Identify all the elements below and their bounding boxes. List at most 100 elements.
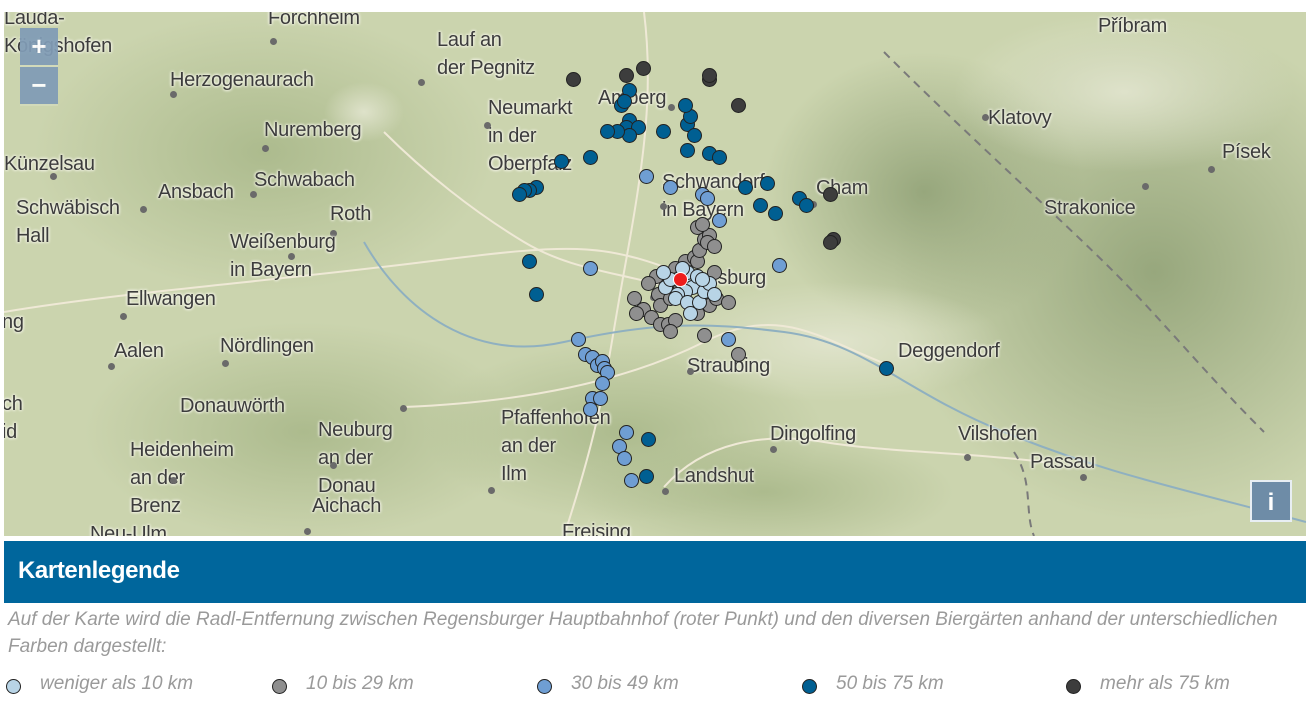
- city-dot: [222, 360, 229, 367]
- beer-garden-marker[interactable]: [663, 324, 679, 340]
- beer-garden-marker[interactable]: [772, 257, 788, 273]
- city-dot: [488, 487, 495, 494]
- legend-label: mehr als 75 km: [1100, 673, 1230, 694]
- city-dot: [250, 191, 257, 198]
- city-dot: [687, 368, 694, 375]
- legend-label: 50 bis 75 km: [836, 673, 944, 694]
- city-dot: [262, 145, 269, 152]
- beer-garden-marker[interactable]: [760, 175, 776, 191]
- city-dot: [660, 203, 667, 210]
- legend-swatch: [802, 679, 817, 694]
- city-dot: [770, 446, 777, 453]
- beer-garden-marker[interactable]: [582, 149, 598, 165]
- legend-swatch: [1066, 679, 1081, 694]
- beer-garden-marker[interactable]: [522, 253, 538, 269]
- city-dot: [982, 114, 989, 121]
- city-dot: [140, 206, 147, 213]
- beer-garden-marker[interactable]: [529, 287, 545, 303]
- city-dot: [964, 454, 971, 461]
- city-dot: [330, 462, 337, 469]
- beer-garden-marker[interactable]: [694, 216, 710, 232]
- legend-label: 30 bis 49 km: [571, 673, 679, 694]
- city-dot: [120, 313, 127, 320]
- beer-garden-marker[interactable]: [663, 179, 679, 195]
- map-view[interactable]: Lauda- KönigshofenForchheimLauf an der P…: [4, 12, 1306, 536]
- beer-garden-marker[interactable]: [641, 276, 657, 292]
- beer-garden-marker[interactable]: [823, 187, 839, 203]
- city-dot: [288, 253, 295, 260]
- beer-garden-marker[interactable]: [731, 98, 747, 114]
- beer-garden-marker[interactable]: [592, 391, 608, 407]
- beer-garden-marker[interactable]: [582, 261, 598, 277]
- beer-garden-marker[interactable]: [738, 179, 754, 195]
- city-dot: [270, 38, 277, 45]
- beer-garden-marker[interactable]: [706, 287, 722, 303]
- beer-garden-marker[interactable]: [599, 124, 615, 140]
- beer-garden-marker[interactable]: [694, 272, 710, 288]
- beer-garden-marker[interactable]: [638, 469, 654, 485]
- beer-garden-marker[interactable]: [629, 305, 645, 321]
- legend-description: Auf der Karte wird die Radl-Entfernung z…: [8, 609, 1278, 657]
- beer-garden-marker[interactable]: [616, 94, 632, 110]
- city-dot: [1080, 474, 1087, 481]
- beer-garden-marker[interactable]: [721, 331, 737, 347]
- beer-garden-marker[interactable]: [879, 361, 895, 377]
- zoom-out-button[interactable]: −: [20, 67, 58, 104]
- city-dot: [662, 488, 669, 495]
- city-dot: [50, 173, 57, 180]
- beer-garden-marker[interactable]: [799, 198, 815, 214]
- beer-garden-marker[interactable]: [721, 294, 737, 310]
- info-button[interactable]: i: [1250, 480, 1292, 522]
- beer-garden-marker[interactable]: [655, 124, 671, 140]
- beer-garden-marker[interactable]: [595, 376, 611, 392]
- beer-garden-marker[interactable]: [711, 149, 727, 165]
- beer-garden-marker[interactable]: [570, 331, 586, 347]
- beer-garden-marker[interactable]: [512, 187, 528, 203]
- city-dot: [170, 477, 177, 484]
- legend-label: weniger als 10 km: [40, 673, 194, 694]
- zoom-in-button[interactable]: +: [20, 28, 58, 65]
- beer-garden-marker[interactable]: [687, 127, 703, 143]
- beer-garden-marker[interactable]: [731, 346, 747, 362]
- beer-garden-marker[interactable]: [636, 60, 652, 76]
- beer-garden-marker[interactable]: [626, 290, 642, 306]
- city-dot: [1142, 183, 1149, 190]
- beer-garden-marker[interactable]: [697, 328, 713, 344]
- beer-garden-marker[interactable]: [638, 168, 654, 184]
- beer-garden-marker[interactable]: [682, 305, 698, 321]
- legend-swatch: [537, 679, 552, 694]
- city-dot: [400, 405, 407, 412]
- city-dot: [668, 104, 675, 111]
- city-dot: [418, 79, 425, 86]
- beer-garden-marker[interactable]: [616, 450, 632, 466]
- city-dot: [1208, 166, 1215, 173]
- legend-label: 10 bis 29 km: [306, 673, 414, 694]
- legend-title: Kartenlegende: [18, 557, 180, 584]
- beer-garden-marker[interactable]: [701, 68, 717, 84]
- zoom-control: + −: [20, 28, 58, 106]
- beer-garden-marker[interactable]: [641, 431, 657, 447]
- city-dot: [484, 122, 491, 129]
- beer-garden-marker[interactable]: [565, 72, 581, 88]
- city-dot: [330, 230, 337, 237]
- beer-garden-marker[interactable]: [680, 142, 696, 158]
- beer-garden-marker[interactable]: [624, 472, 640, 488]
- city-dot: [170, 91, 177, 98]
- legend-swatch: [6, 679, 21, 694]
- beer-garden-marker[interactable]: [823, 235, 839, 251]
- beer-garden-marker[interactable]: [752, 198, 768, 214]
- legend-swatch: [272, 679, 287, 694]
- legend-header: Kartenlegende: [4, 541, 1306, 603]
- beer-garden-marker[interactable]: [655, 265, 671, 280]
- beer-garden-marker[interactable]: [553, 153, 569, 169]
- city-dot: [108, 363, 115, 370]
- beer-garden-marker[interactable]: [677, 98, 693, 114]
- beer-garden-marker[interactable]: [619, 68, 635, 84]
- beer-garden-marker[interactable]: [711, 213, 727, 229]
- station-marker[interactable]: [672, 272, 688, 288]
- beer-garden-marker[interactable]: [767, 205, 783, 221]
- beer-garden-marker[interactable]: [706, 239, 722, 255]
- city-dot: [304, 528, 311, 535]
- beer-garden-marker[interactable]: [699, 190, 715, 206]
- beer-garden-marker[interactable]: [619, 424, 635, 440]
